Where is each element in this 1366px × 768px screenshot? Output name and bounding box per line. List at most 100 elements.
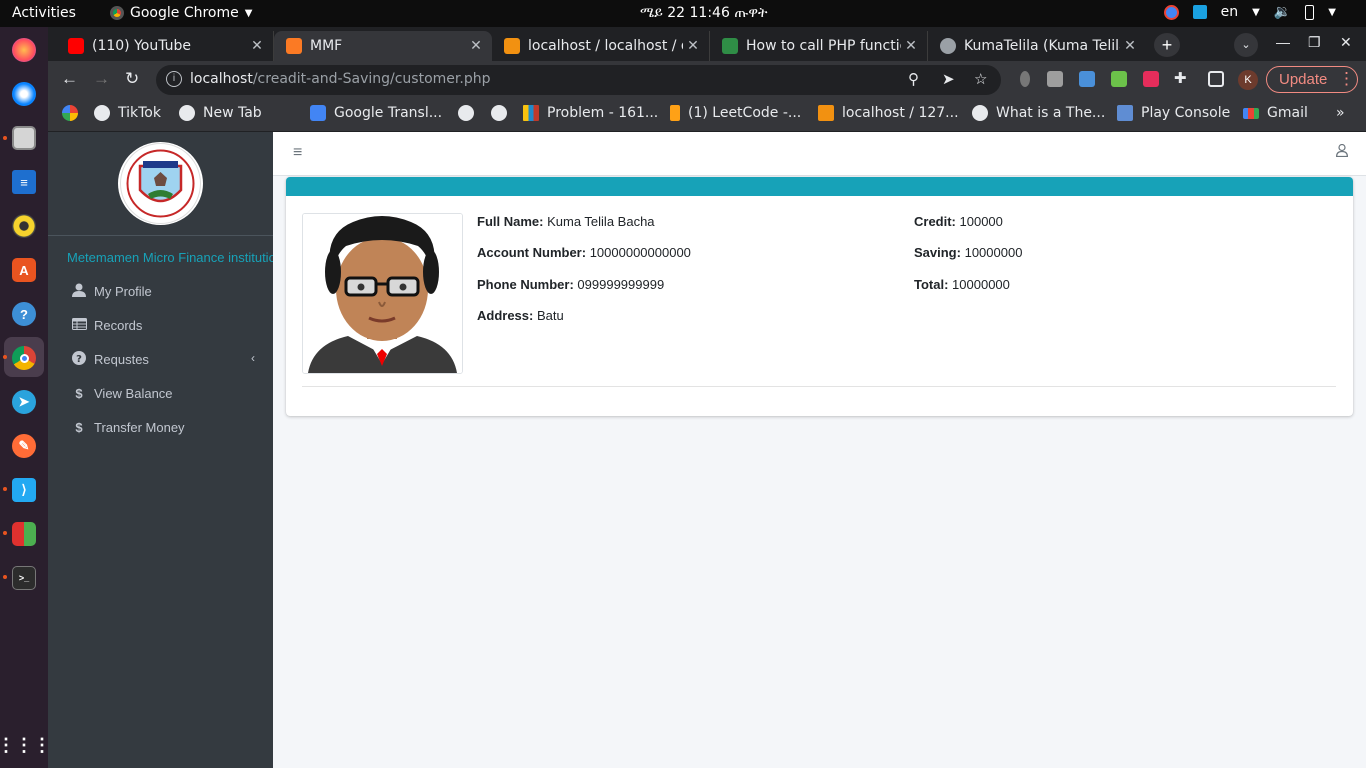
close-icon[interactable]: ✕: [1120, 38, 1140, 54]
web-page: Metemamen Micro Finance institution My P…: [48, 132, 1366, 768]
bookmark-play-console[interactable]: Play Console: [1117, 105, 1230, 121]
globe-icon: [458, 105, 474, 121]
customer-avatar: [302, 213, 463, 374]
tab-youtube[interactable]: (110) YouTube ✕: [56, 31, 274, 61]
extension-icon[interactable]: [1020, 71, 1030, 87]
bookmark-label: Play Console: [1141, 105, 1231, 121]
bookmark-new-tab[interactable]: New Tab: [179, 105, 262, 121]
postman-icon[interactable]: ✎: [12, 434, 36, 458]
writer-icon[interactable]: ≡: [12, 170, 36, 194]
chrome-icon[interactable]: [12, 346, 36, 370]
terminal-icon[interactable]: >_: [12, 566, 36, 590]
menu-kebab-icon[interactable]: ⋮: [1338, 69, 1355, 89]
bookmark-gmail[interactable]: Gmail: [1243, 105, 1308, 121]
extension-icon[interactable]: [1079, 71, 1095, 87]
forward-button[interactable]: →: [93, 69, 110, 89]
bookmark-globe-2[interactable]: [491, 105, 507, 121]
tab-php-function[interactable]: How to call PHP functio ✕: [710, 31, 928, 61]
sidebar-item-label: View Balance: [94, 385, 173, 401]
total-label: Total:: [914, 277, 949, 292]
files-icon[interactable]: [12, 126, 36, 150]
activities-button[interactable]: Activities: [12, 5, 76, 21]
zoom-icon[interactable]: ⚲: [908, 70, 919, 88]
tab-title: MMF: [310, 38, 343, 54]
close-icon[interactable]: ✕: [247, 38, 267, 54]
tab-search-button[interactable]: ⌄: [1234, 33, 1258, 57]
divider: [302, 386, 1336, 387]
language-indicator[interactable]: en: [1221, 4, 1239, 20]
close-icon[interactable]: ✕: [901, 38, 921, 54]
extensions-puzzle-icon[interactable]: ✚: [1174, 69, 1187, 89]
full-name-label: Full Name:: [477, 214, 544, 229]
firefox-icon[interactable]: [12, 38, 36, 62]
extension-icon[interactable]: [1143, 71, 1159, 87]
bookmark-label: Gmail: [1267, 105, 1308, 121]
app-menu[interactable]: Google Chrome ▼: [110, 5, 252, 21]
thunderbird-icon[interactable]: [12, 82, 36, 106]
user-account-icon[interactable]: [1335, 143, 1349, 160]
sidebar-item-transfer-money[interactable]: $ Transfer Money: [56, 411, 265, 443]
bookmark-google[interactable]: [62, 105, 78, 121]
hamburger-menu-icon[interactable]: ≡: [293, 144, 302, 162]
tab-github[interactable]: KumaTelila (Kuma Telila ✕: [928, 31, 1146, 61]
sidebar-item-my-profile[interactable]: My Profile: [56, 275, 265, 307]
institution-logo[interactable]: [118, 142, 203, 225]
url-text[interactable]: localhost/creadit-and-Saving/customer.ph…: [190, 71, 490, 87]
software-icon[interactable]: A: [12, 258, 36, 282]
total-field: Total: 10000000: [914, 277, 1010, 292]
bookmarks-overflow-icon[interactable]: »: [1336, 105, 1345, 121]
network-icon[interactable]: [1192, 5, 1207, 19]
running-indicator: [3, 575, 7, 579]
close-icon[interactable]: ✕: [683, 38, 703, 54]
codeforces-icon: [523, 105, 539, 121]
info-icon[interactable]: i: [166, 71, 182, 87]
tab-title: How to call PHP functio: [746, 38, 901, 54]
system-tray[interactable]: en ▼ 🔉 ▼: [1163, 4, 1336, 20]
institution-name[interactable]: Metemamen Micro Finance institution: [67, 250, 273, 265]
sidebar-item-requstes[interactable]: ? Requstes ‹: [56, 343, 265, 375]
url-path: /creadit-and-Saving/customer.php: [252, 71, 491, 87]
leetcode-icon: [670, 105, 680, 121]
tab-phpmyadmin[interactable]: localhost / localhost / d ✕: [492, 31, 710, 61]
volume-icon[interactable]: 🔉: [1274, 4, 1291, 20]
minimize-button[interactable]: —: [1276, 34, 1290, 50]
bookmark-tiktok[interactable]: TikTok: [94, 105, 161, 121]
send-icon[interactable]: ➤: [942, 70, 955, 88]
sidebar-item-label: Records: [94, 317, 143, 333]
new-tab-button[interactable]: +: [1154, 33, 1180, 57]
side-panel-icon[interactable]: [1208, 71, 1224, 87]
sublime-icon[interactable]: [12, 522, 36, 546]
reload-button[interactable]: ↻: [125, 69, 139, 89]
sidebar-item-records[interactable]: Records: [56, 309, 265, 341]
sidebar: Metemamen Micro Finance institution My P…: [48, 132, 273, 768]
tab-mmf[interactable]: MMF ✕: [274, 31, 492, 61]
notification-icon[interactable]: [1163, 4, 1179, 20]
sidebar-item-label: Transfer Money: [94, 419, 185, 435]
close-window-button[interactable]: ✕: [1340, 34, 1352, 51]
bookmark-codeforces[interactable]: Problem - 161...: [523, 105, 658, 121]
vscode-icon[interactable]: ⟩: [12, 478, 36, 502]
running-indicator: [3, 487, 7, 491]
back-button[interactable]: ←: [61, 69, 78, 89]
extension-icon[interactable]: [1047, 71, 1063, 87]
bookmark-google-translate[interactable]: Google Transl...: [310, 105, 442, 121]
bookmark-star-icon[interactable]: ☆: [974, 70, 987, 88]
clock[interactable]: ሜይ 22 11:46 ጡዋት: [640, 5, 768, 21]
user-icon: [64, 283, 94, 300]
telegram-icon[interactable]: ➤: [12, 390, 36, 414]
download-extension-icon[interactable]: [1111, 71, 1127, 87]
bookmark-globe-1[interactable]: [458, 105, 474, 121]
phpmyadmin-icon: [504, 38, 520, 54]
help-icon[interactable]: ?: [12, 302, 36, 326]
sidebar-item-view-balance[interactable]: $ View Balance: [56, 377, 265, 409]
battery-icon[interactable]: [1305, 4, 1315, 20]
maximize-button[interactable]: ❐: [1308, 34, 1321, 51]
bookmark-phpmyadmin[interactable]: localhost / 127...: [818, 105, 959, 121]
address-bar[interactable]: i localhost/creadit-and-Saving/customer.…: [156, 65, 1001, 95]
bookmark-leetcode[interactable]: (1) LeetCode -...: [670, 105, 801, 121]
close-icon[interactable]: ✕: [466, 38, 486, 54]
rhythmbox-icon[interactable]: [12, 214, 36, 238]
bookmark-wordpress[interactable]: What is a The...: [972, 105, 1105, 121]
profile-avatar[interactable]: K: [1238, 70, 1258, 90]
show-apps-icon[interactable]: ⋮⋮⋮: [0, 733, 51, 757]
